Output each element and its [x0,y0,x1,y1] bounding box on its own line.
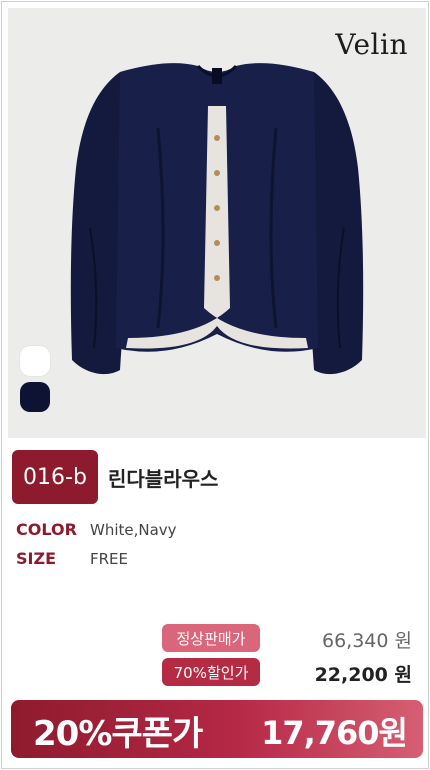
product-name[interactable]: 린다블라우스 [108,463,218,492]
color-label: COLOR [16,520,77,539]
coupon-price: 17,760원 [261,714,408,752]
swatch-white[interactable] [20,346,50,376]
swatch-navy[interactable] [20,382,50,412]
color-value: White,Navy [90,521,177,539]
size-label: SIZE [16,549,57,568]
discount-price-badge: 70%할인가 [162,658,260,686]
product-image[interactable]: Velin [8,8,426,438]
regular-price-badge: 정상판매가 [162,624,260,652]
product-card[interactable]: Velin 016-b 린다블라우스 COLOR White,Navy SIZE… [1,1,429,769]
product-code-badge: 016-b [12,450,98,504]
regular-price: 66,340 원 [321,630,412,652]
discount-price: 22,200 원 [314,664,412,686]
blouse-illustration [70,63,364,375]
coupon-price-bar[interactable]: 20%쿠폰가 17,760원 [11,700,423,758]
coupon-label: 20%쿠폰가 [33,714,203,754]
size-value: FREE [90,550,129,568]
